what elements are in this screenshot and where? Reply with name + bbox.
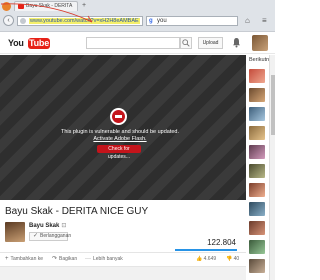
thumbnail[interactable] xyxy=(249,145,265,159)
thumbnail[interactable] xyxy=(249,183,265,197)
thumbnail[interactable] xyxy=(249,88,265,102)
thumbnail[interactable] xyxy=(249,107,265,121)
subscribe-button[interactable]: ✓ Berlangganan xyxy=(29,232,72,241)
action-row: + Tambahkan ke ↷ Bagikan ··· Lebih banyak 👍… xyxy=(0,254,246,264)
tab-title: Bayu Skak - DERITA xyxy=(26,3,73,9)
checkmark-icon: ✓ xyxy=(33,233,39,239)
channel-name-text: Bayu Skak xyxy=(29,223,60,229)
youtube-favicon-icon xyxy=(18,4,24,9)
share-icon: ↷ xyxy=(52,256,58,262)
upload-button[interactable]: Upload xyxy=(198,37,223,49)
view-count: 122.804 xyxy=(207,238,236,247)
search-icon xyxy=(182,39,190,47)
back-arrow-icon[interactable]: ‹ xyxy=(3,15,14,26)
thumbnail[interactable] xyxy=(249,69,265,83)
thumbnail[interactable] xyxy=(249,259,265,273)
account-avatar[interactable] xyxy=(252,35,268,51)
share-label: Bagikan xyxy=(59,256,78,262)
thumbnail[interactable] xyxy=(249,221,265,235)
blocked-plugin-icon xyxy=(110,108,127,125)
check-updates-button[interactable]: Check for updates... xyxy=(97,145,141,160)
plus-icon: + xyxy=(5,256,9,262)
divider xyxy=(0,252,246,253)
page: Bayu Skak - DERITA + ‹ www.youtube.com/w… xyxy=(0,0,275,280)
more-label: Lebih banyak xyxy=(93,256,123,262)
add-to-button[interactable]: + Tambahkan ke xyxy=(5,254,43,264)
logo-tube: Tube xyxy=(28,38,50,49)
browser-logo-icon[interactable] xyxy=(2,2,11,11)
new-tab-icon[interactable]: + xyxy=(82,2,86,9)
thumbnail[interactable] xyxy=(249,202,265,216)
thumbs-up-icon: 👍 xyxy=(196,256,203,262)
thumbnail[interactable] xyxy=(249,240,265,254)
like-count: 4.649 xyxy=(203,256,217,262)
thumbs-down-icon: 👎 xyxy=(226,256,233,262)
scrollbar-thumb[interactable] xyxy=(271,75,275,135)
channel-name[interactable]: Bayu Skak ⊡ xyxy=(29,222,66,229)
dislike-button[interactable]: 👎 40 xyxy=(226,254,239,264)
youtube-search-input[interactable] xyxy=(86,37,180,49)
logo-you: You xyxy=(8,38,24,48)
scrollbar[interactable] xyxy=(269,55,275,280)
browser-search-bar[interactable]: g you xyxy=(146,16,238,26)
plugin-warning-text: This plugin is vulnerable and should be … xyxy=(60,129,180,135)
video-player[interactable]: This plugin is vulnerable and should be … xyxy=(0,55,246,200)
search-button[interactable] xyxy=(180,37,192,49)
subscribe-label: Berlangganan xyxy=(40,233,72,239)
url-text: www.youtube.com/watch?v=xH2H8eAMBAE xyxy=(29,18,140,24)
like-ratio-bar xyxy=(175,249,237,251)
channel-avatar[interactable] xyxy=(5,222,25,242)
activate-flash-link[interactable]: Activate Adobe Flash. xyxy=(40,136,200,143)
thumbnail[interactable] xyxy=(249,126,265,140)
description-area xyxy=(0,266,246,280)
share-button[interactable]: ↷ Bagikan xyxy=(52,254,77,264)
thumbnail[interactable] xyxy=(249,164,265,178)
more-button[interactable]: ··· Lebih banyak xyxy=(85,254,123,264)
google-icon: g xyxy=(149,18,153,24)
youtube-masthead: You Tube Upload xyxy=(0,32,275,54)
like-button[interactable]: 👍 4.649 xyxy=(196,254,216,264)
site-identity-icon[interactable] xyxy=(20,18,26,24)
add-to-label: Tambahkan ke xyxy=(10,256,44,262)
video-title: Bayu Skak - DERITA NICE GUY xyxy=(5,206,149,217)
home-icon[interactable]: ⌂ xyxy=(245,16,250,25)
browser-chrome: Bayu Skak - DERITA + ‹ www.youtube.com/w… xyxy=(0,0,275,32)
browser-tab[interactable]: Bayu Skak - DERITA xyxy=(14,1,78,11)
more-icon: ··· xyxy=(85,256,91,262)
bell-icon[interactable] xyxy=(232,37,241,48)
dislike-count: 40 xyxy=(233,256,240,262)
channel-menu-icon[interactable]: ⊡ xyxy=(61,223,66,229)
navigation-bar: ‹ www.youtube.com/watch?v=xH2H8eAMBAE g … xyxy=(0,13,275,31)
browser-search-text: you xyxy=(157,18,167,24)
menu-icon[interactable]: ≡ xyxy=(262,16,267,25)
address-bar[interactable]: www.youtube.com/watch?v=xH2H8eAMBAE xyxy=(17,16,143,26)
